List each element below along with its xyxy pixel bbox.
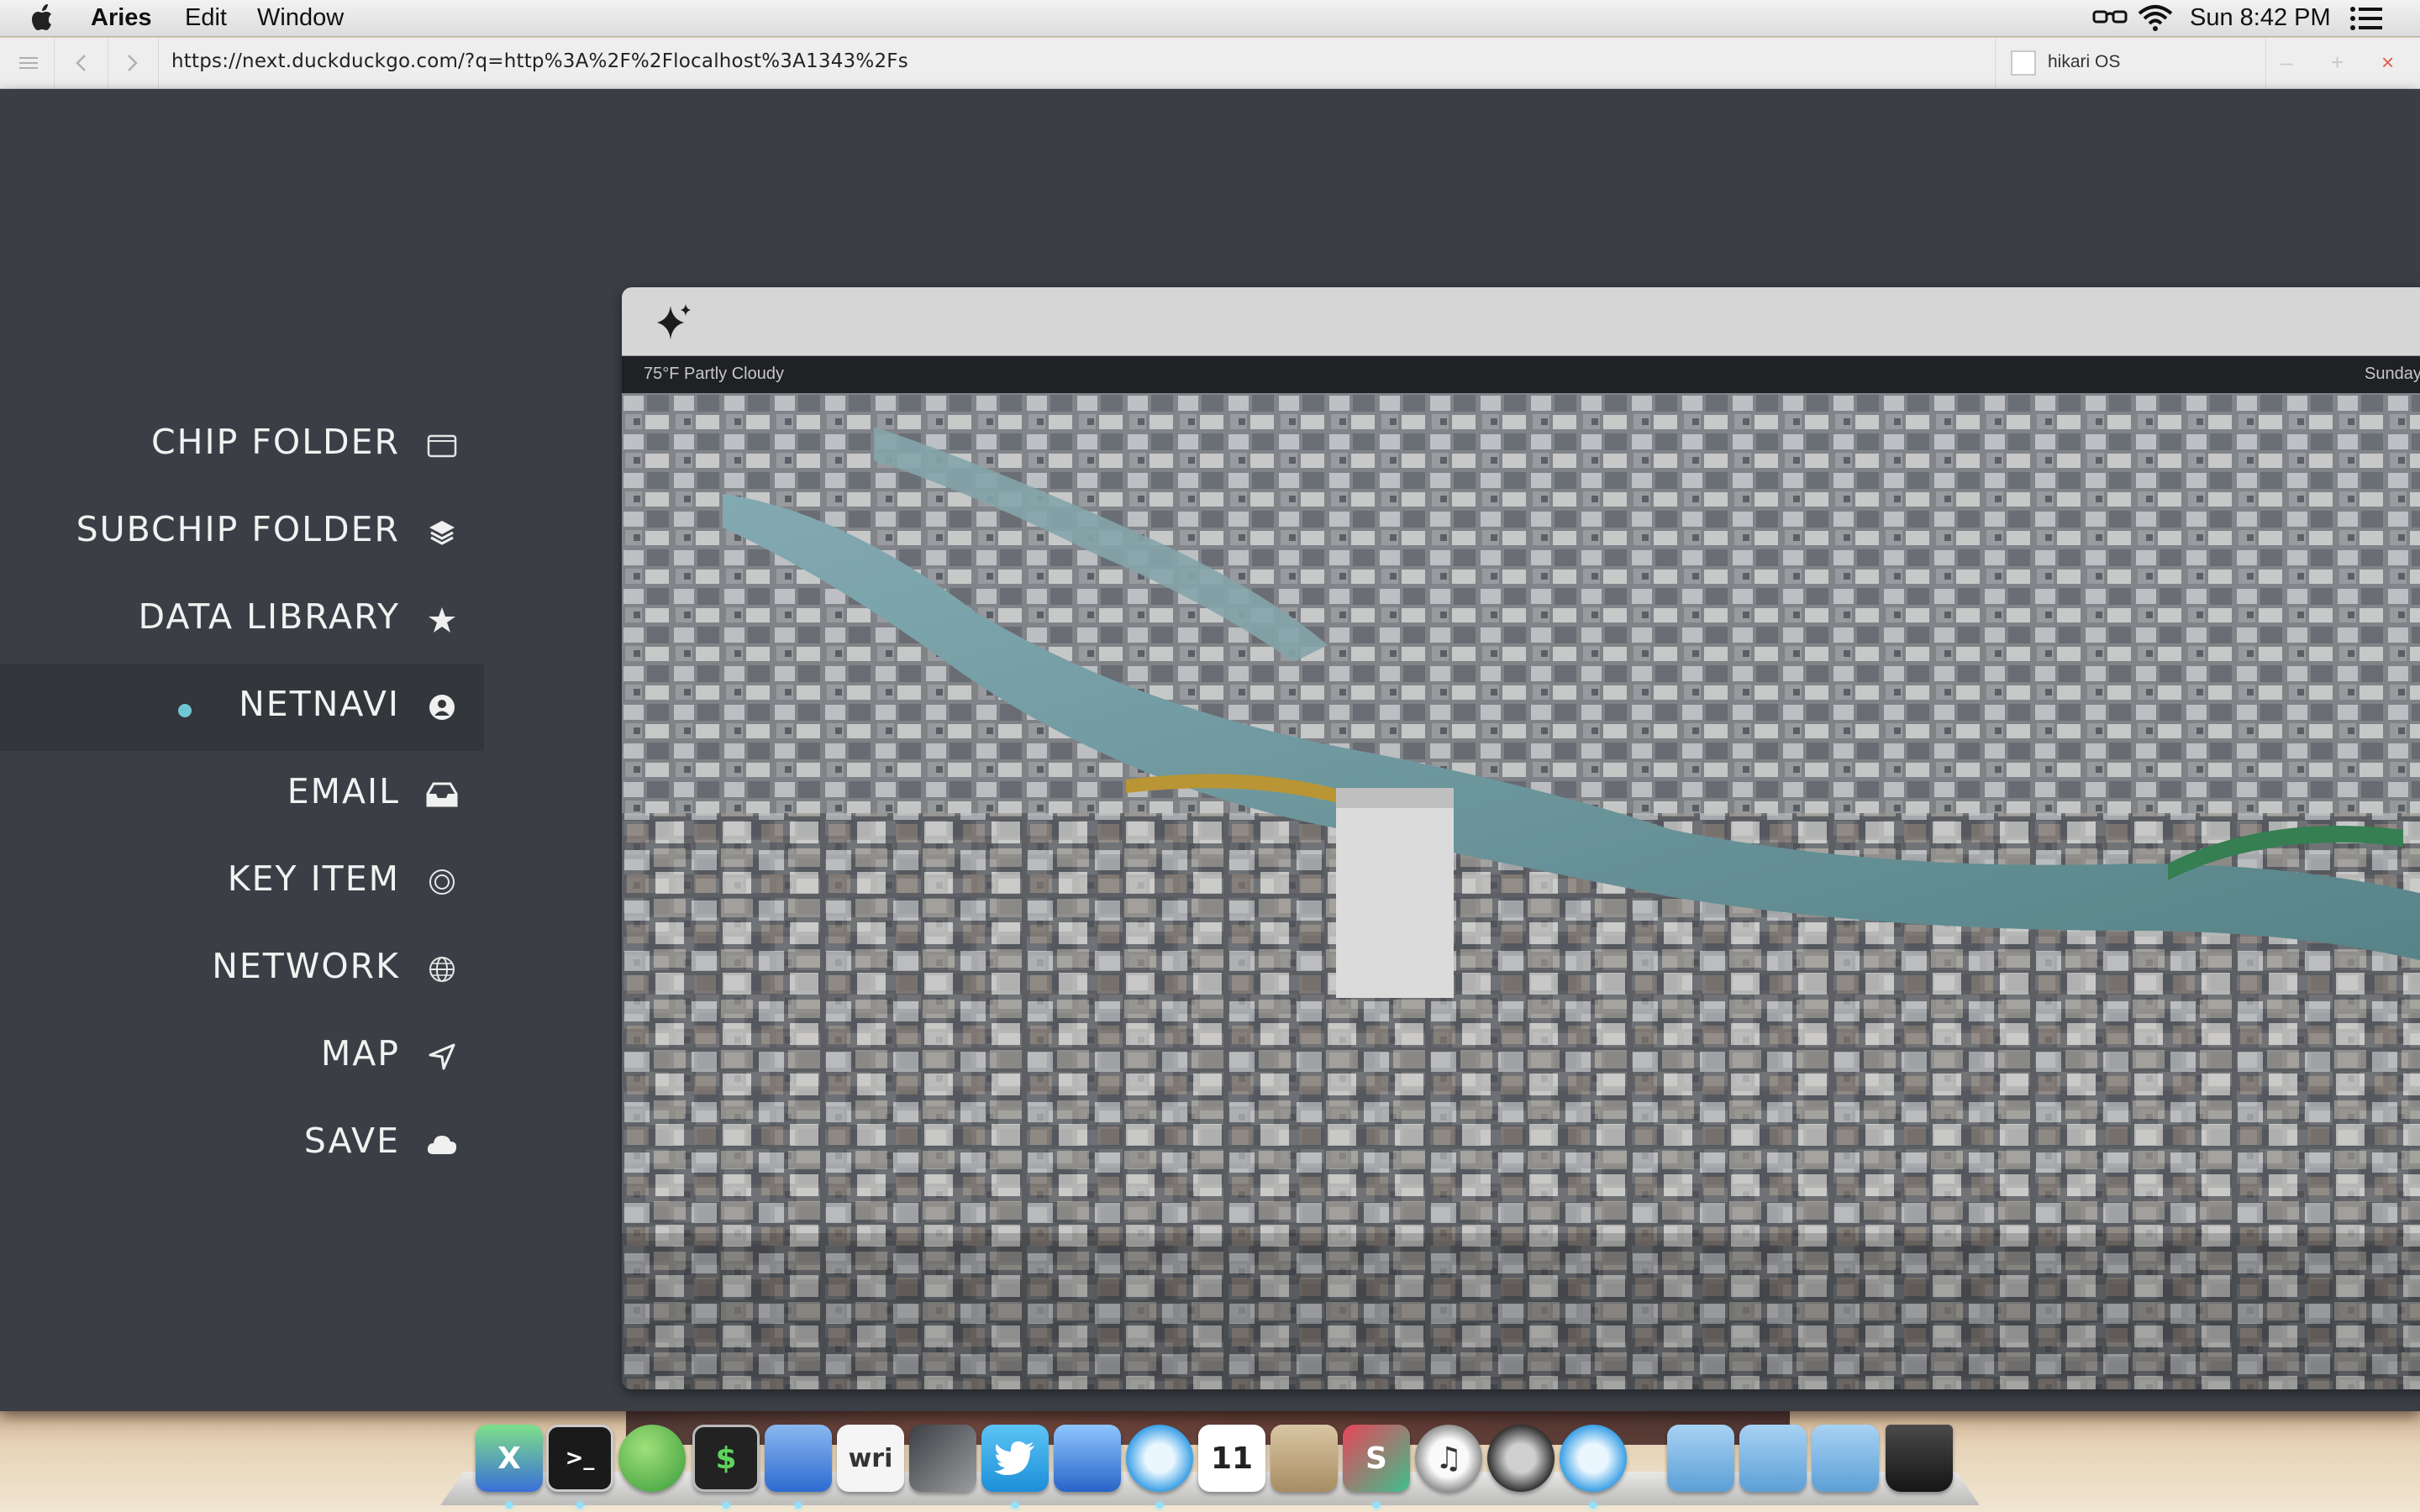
sidebar-item-label: NETWORK: [212, 946, 400, 986]
trash-icon[interactable]: [1886, 1425, 1953, 1492]
wifi-icon[interactable]: [2137, 3, 2174, 32]
running-indicator: [723, 1502, 729, 1509]
apple-icon[interactable]: [29, 3, 57, 34]
safari-icon-2[interactable]: [1560, 1425, 1627, 1492]
terminal-icon[interactable]: >_: [546, 1425, 613, 1492]
weather-readout: 75°F Partly Cloudy: [644, 365, 784, 383]
close-icon[interactable]: ×: [2381, 50, 2394, 76]
navigation-icon: [425, 1040, 459, 1074]
status-bar: 75°F Partly Cloudy Sunday: [622, 356, 2420, 393]
sidebar-item-label: EMAIL: [287, 771, 400, 811]
address-bar[interactable]: https://next.duckduckgo.com/?q=http%3A%2…: [171, 50, 908, 72]
sparkle-icon[interactable]: [654, 301, 696, 343]
sidebar-item-label: MAP: [320, 1033, 400, 1074]
running-indicator: [506, 1502, 513, 1509]
city-photo: [622, 393, 2420, 1389]
menubar-clock[interactable]: Sun 8:42 PM: [2190, 4, 2331, 32]
running-indicator: [1590, 1502, 1597, 1509]
console-icon[interactable]: $: [692, 1425, 760, 1492]
mail-stamp-icon[interactable]: [1270, 1425, 1338, 1492]
hikari-os-app: CHIP FOLDER SUBCHIP FOLDER DATA LIBRARY …: [0, 89, 2420, 1411]
cloud-icon: [425, 1127, 459, 1161]
sidebar-item-data-library[interactable]: DATA LIBRARY: [0, 576, 484, 664]
browser-toolbar: https://next.duckduckgo.com/?q=http%3A%2…: [0, 38, 2420, 89]
sidebar-item-key-item[interactable]: KEY ITEM: [0, 838, 484, 926]
tab-title: hikari OS: [2048, 52, 2121, 71]
day-readout: Sunday: [2365, 365, 2420, 383]
globe-icon: [425, 953, 459, 986]
sidebar-item-label: NETNAVI: [239, 684, 400, 724]
writer-app-icon[interactable]: wri: [837, 1425, 904, 1492]
running-indicator: [1373, 1502, 1380, 1509]
running-indicator: [576, 1502, 583, 1509]
menu-bar: Aries Edit Window Sun 8:42 PM: [0, 0, 2420, 37]
running-indicator: [1012, 1502, 1018, 1509]
star-icon: [425, 603, 459, 637]
sidebar-item-label: SUBCHIP FOLDER: [76, 509, 400, 549]
x-app-icon[interactable]: X: [476, 1425, 543, 1492]
layers-icon: [425, 516, 459, 549]
sidebar-item-email[interactable]: EMAIL: [0, 751, 484, 838]
sidebar-item-save[interactable]: SAVE: [0, 1100, 484, 1188]
applications-folder-icon[interactable]: [1739, 1425, 1807, 1492]
sketch-app-icon[interactable]: [909, 1425, 976, 1492]
sidebar-item-label: SAVE: [303, 1121, 400, 1161]
slack-icon[interactable]: S: [1343, 1425, 1410, 1492]
notification-center-icon[interactable]: [2349, 5, 2383, 32]
safari-icon[interactable]: [1126, 1425, 1193, 1492]
menu-edit[interactable]: Edit: [185, 4, 227, 32]
itunes-icon[interactable]: ♫: [1415, 1425, 1482, 1492]
target-icon: [425, 865, 459, 899]
sidebar-item-subchip-folder[interactable]: SUBCHIP FOLDER: [0, 489, 484, 576]
downloads-folder-icon[interactable]: [1667, 1425, 1734, 1492]
maximize-icon[interactable]: +: [2331, 50, 2344, 76]
hamburger-menu-icon[interactable]: [12, 46, 45, 80]
content-window: 75°F Partly Cloudy Sunday: [622, 287, 2420, 1389]
sidebar-item-chip-folder[interactable]: CHIP FOLDER: [0, 402, 484, 489]
twitter-icon[interactable]: [981, 1425, 1049, 1492]
window-header: [622, 287, 2420, 356]
back-arrow-icon[interactable]: [64, 46, 97, 80]
sidebar-item-map[interactable]: MAP: [0, 1013, 484, 1100]
glasses-icon[interactable]: [2092, 8, 2128, 27]
app-menu[interactable]: Aries: [91, 4, 152, 32]
sidebar-item-label: CHIP FOLDER: [151, 422, 400, 462]
tweetbot-icon[interactable]: [1487, 1425, 1555, 1492]
inbox-icon: [425, 778, 459, 811]
folder-icon: [425, 428, 459, 462]
leaf-app-icon[interactable]: [618, 1425, 686, 1492]
browser-tab[interactable]: hikari OS: [1995, 38, 2265, 89]
running-indicator: [795, 1502, 802, 1509]
sidebar-item-label: KEY ITEM: [227, 858, 400, 899]
pictures-folder-icon[interactable]: [1812, 1425, 1879, 1492]
sidebar-item-label: DATA LIBRARY: [138, 596, 400, 637]
pixelmator-icon[interactable]: [1054, 1425, 1121, 1492]
xcode-icon[interactable]: [765, 1425, 832, 1492]
menu-window[interactable]: Window: [257, 4, 344, 32]
forward-arrow-icon[interactable]: [116, 46, 150, 80]
running-indicator: [1156, 1502, 1163, 1509]
minimize-icon[interactable]: –: [2281, 50, 2292, 76]
tab-favicon-placeholder: [2011, 50, 2036, 76]
active-indicator-dot: [178, 704, 192, 717]
sidebar-item-network[interactable]: NETWORK: [0, 926, 484, 1013]
user-icon: [425, 690, 459, 724]
sidebar-item-netnavi[interactable]: NETNAVI: [0, 664, 484, 751]
calendar-icon[interactable]: 11: [1198, 1425, 1265, 1492]
